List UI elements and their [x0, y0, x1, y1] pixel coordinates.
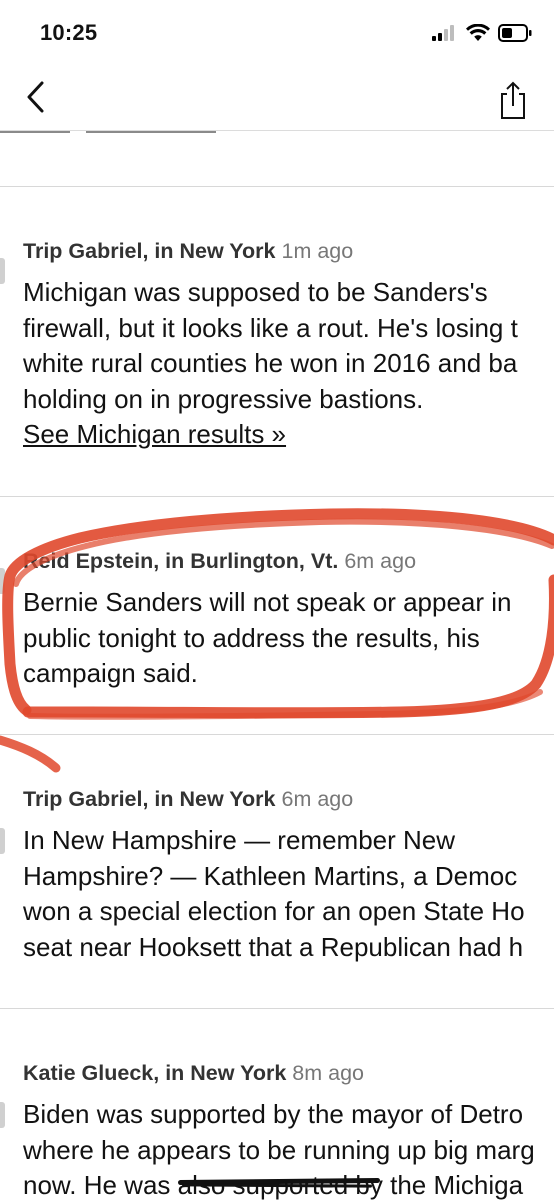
post-body: Biden was supported by the mayor of Detr… [23, 1097, 535, 1204]
post-byline: Katie Glueck, in New York 8m ago [23, 1061, 364, 1086]
post-divider [0, 1008, 554, 1009]
previous-post-fragment [0, 130, 554, 138]
post-divider [0, 734, 554, 735]
chevron-left-icon [27, 81, 44, 113]
post-byline: Trip Gabriel, in New York 1m ago [23, 239, 353, 264]
post-timestamp: 6m ago [281, 787, 354, 811]
post-divider [0, 496, 554, 497]
post-timestamp: 8m ago [292, 1061, 364, 1085]
post-avatar-edge [0, 258, 5, 284]
post-avatar-edge [0, 568, 5, 594]
post-body-line: seat near Hooksett that a Republican had… [23, 931, 524, 962]
post-body-line: In New Hampshire — remember New [23, 825, 456, 855]
status-time: 10:25 [40, 20, 98, 45]
post-byline: Reid Epstein, in Burlington, Vt. 6m ago [23, 549, 416, 574]
post-divider [0, 186, 554, 187]
post-author: Katie Glueck, in New York [23, 1061, 287, 1085]
post-body-line: Biden was supported by the mayor of Detr… [23, 1099, 524, 1129]
see-michigan-results-link[interactable]: See Michigan results » [23, 417, 518, 453]
post-author: Trip Gabriel, in New York [23, 239, 276, 263]
post-body-line: campaign said. [23, 658, 198, 688]
status-icons [432, 23, 532, 47]
nav-bar [0, 68, 554, 131]
post-body-line: Michigan was supposed to be Sanders's [23, 277, 488, 307]
post-body-line: Bernie Sanders will not speak or appear … [23, 587, 512, 617]
post-body-line: firewall, but it looks like a rout. He's… [23, 312, 518, 343]
status-bar: 10:25 [0, 0, 554, 68]
post-byline: Trip Gabriel, in New York 6m ago [23, 787, 353, 812]
post-author: Trip Gabriel, in New York [23, 787, 276, 811]
post-avatar-edge [0, 1102, 5, 1128]
post-body-line: Hampshire? — Kathleen Martins, a Democ [23, 860, 518, 891]
post-author: Reid Epstein, in Burlington, Vt. [23, 549, 339, 573]
wifi-icon [466, 23, 490, 47]
share-button[interactable] [498, 80, 528, 120]
post-body-line: where he appears to be running up big ma… [23, 1134, 535, 1165]
post-timestamp: 1m ago [281, 239, 354, 263]
post-body: Bernie Sanders will not speak or appear … [23, 585, 512, 692]
post-body: In New Hampshire — remember New Hampshir… [23, 823, 525, 965]
post-body-line: won a special election for an open State… [23, 896, 525, 926]
post-body-line: white rural counties he won in 2016 and … [23, 348, 518, 378]
battery-icon [498, 24, 532, 47]
back-button[interactable] [22, 78, 52, 118]
post-timestamp: 6m ago [344, 549, 417, 573]
share-icon [501, 81, 525, 119]
post-body-line: public tonight to address the results, h… [23, 622, 480, 653]
cellular-signal-icon [432, 25, 458, 46]
post-avatar-edge [0, 828, 5, 854]
post-body: Michigan was supposed to be Sanders's fi… [23, 275, 518, 453]
post-body-line: holding on in progressive bastions. [23, 383, 424, 414]
